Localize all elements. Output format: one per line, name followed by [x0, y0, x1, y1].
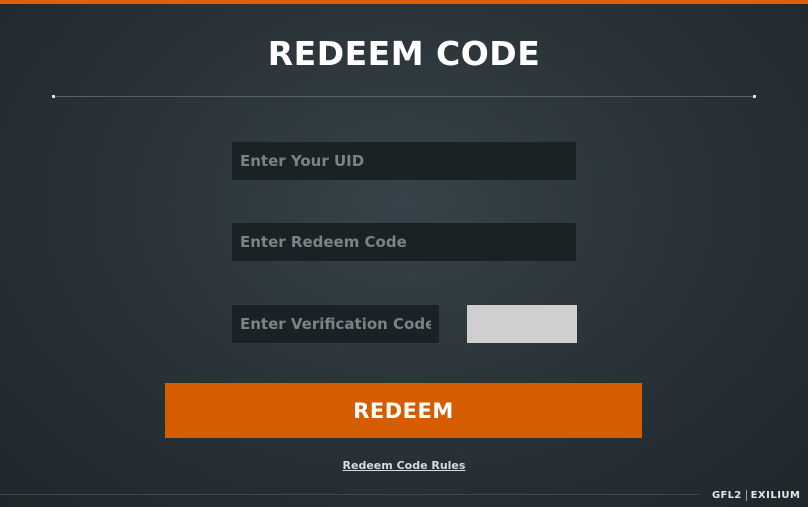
logo-separator [745, 489, 747, 501]
divider-dot-right [753, 95, 756, 98]
redeem-button[interactable]: REDEEM [165, 383, 642, 438]
top-accent-bar [0, 0, 808, 4]
title-divider [52, 95, 756, 98]
divider-dot-left [52, 95, 55, 98]
page-title: REDEEM CODE [267, 34, 541, 73]
gfl2-exilium-logo: GFL2 EXILIUM [712, 488, 801, 502]
redeem-code-rules-link[interactable]: Redeem Code Rules [0, 459, 808, 472]
verification-code-input[interactable] [232, 305, 439, 343]
logo-exilium-text: EXILIUM [750, 489, 801, 501]
footer-line [0, 494, 700, 495]
uid-input[interactable] [232, 142, 576, 180]
logo-gfl2-text: GFL2 [712, 489, 742, 501]
redeem-code-input[interactable] [232, 223, 576, 261]
captcha-image[interactable] [467, 305, 577, 343]
